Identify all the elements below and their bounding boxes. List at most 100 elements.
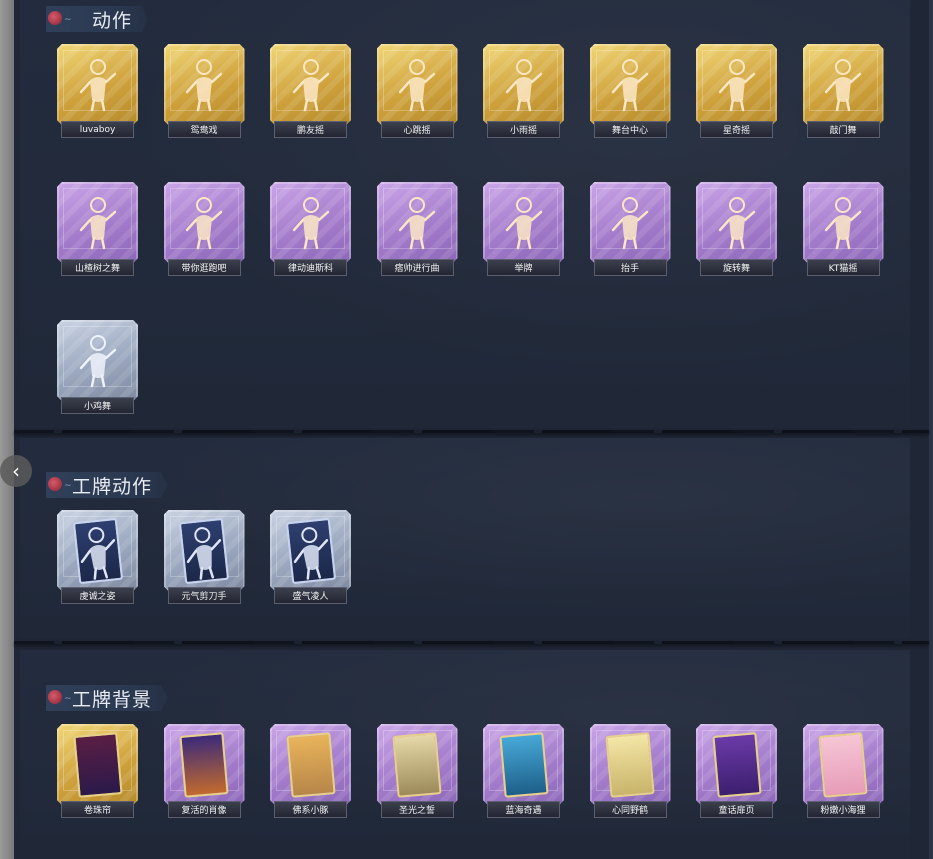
- collection-card[interactable]: 复活的肖像: [163, 724, 245, 818]
- emote-figure-icon: [608, 56, 652, 112]
- collection-card[interactable]: 鸳鸯戏: [163, 44, 245, 138]
- collection-card[interactable]: 心跳摇: [376, 44, 458, 138]
- collection-card[interactable]: 蓝海奇遇: [483, 724, 564, 818]
- card-label: 旋转舞: [722, 264, 750, 274]
- emote-figure-icon: [289, 194, 333, 250]
- emote-figure-icon: [76, 56, 120, 112]
- section-divider: [14, 430, 929, 433]
- collection-card[interactable]: 敲门舞: [802, 44, 884, 138]
- badge-background-thumbnail: [392, 732, 442, 798]
- card-label: 律动迪斯科: [287, 264, 333, 274]
- emote-figure-icon: [182, 56, 226, 112]
- emote-figure-icon: [502, 56, 546, 112]
- back-button[interactable]: ‹: [0, 455, 32, 487]
- card-label-bar: 带你逛跑吧: [167, 259, 241, 276]
- collection-card[interactable]: 鹏友摇: [270, 44, 351, 138]
- card-label-bar: 旋转舞: [700, 259, 773, 276]
- card-label-bar: 举牌: [487, 259, 560, 276]
- card-label-bar: 律动迪斯科: [274, 259, 347, 276]
- card-label: 小雨摇: [509, 126, 537, 136]
- card-label: 带你逛跑吧: [181, 264, 227, 274]
- card-label: 圣光之誓: [398, 806, 435, 816]
- card-label-bar: luvaboy: [61, 121, 134, 138]
- collection-card[interactable]: 带你逛跑吧: [163, 182, 245, 276]
- card-label: luvaboy: [79, 124, 116, 135]
- collection-card[interactable]: 心同野鹤: [589, 724, 671, 818]
- badge-background-thumbnail: [711, 732, 762, 798]
- collection-card[interactable]: 律动迪斯科: [270, 182, 351, 276]
- collection-card[interactable]: 星奇摇: [696, 44, 777, 138]
- collection-card[interactable]: 佛系小豚: [270, 724, 351, 818]
- badge-backgrounds-grid: 卷珠帘 复活的肖像 佛系小豚 圣光之誓 蓝海奇遇 心同野鹤 童话扉页 粉嫩小海狸: [57, 724, 884, 818]
- badge-background-thumbnail: [179, 732, 229, 798]
- card-label: 蓝海奇遇: [505, 806, 542, 816]
- badge-pose-icon: [72, 517, 123, 585]
- collection-card[interactable]: 山楂树之舞: [57, 182, 138, 276]
- badge-background-thumbnail: [818, 732, 868, 798]
- emote-figure-icon: [395, 194, 439, 250]
- collection-card[interactable]: KT猫摇: [802, 182, 884, 276]
- collection-card[interactable]: 痞帅进行曲: [376, 182, 458, 276]
- emote-figure-icon: [821, 56, 865, 112]
- collection-card[interactable]: 小雨摇: [483, 44, 564, 138]
- card-label: 虔诚之姿: [79, 592, 116, 602]
- badge-background-thumbnail: [605, 732, 655, 798]
- card-label: 鸳鸯戏: [190, 126, 218, 136]
- pose-figure-icon: [179, 522, 229, 582]
- swirl-icon: ~: [64, 15, 72, 25]
- card-label: 卷珠帘: [83, 806, 111, 816]
- collection-card[interactable]: luvaboy: [57, 44, 138, 138]
- card-label-bar: 佛系小豚: [274, 801, 347, 818]
- emote-figure-icon: [182, 194, 226, 250]
- card-label: 小鸡舞: [83, 402, 111, 412]
- card-label-bar: 盛气凌人: [274, 587, 347, 604]
- card-label: 佛系小豚: [292, 806, 329, 816]
- emote-figure-icon: [76, 332, 120, 388]
- section-divider: [14, 641, 929, 644]
- badge-background-thumbnail: [498, 732, 549, 798]
- collection-card[interactable]: 举牌: [483, 182, 564, 276]
- collection-card[interactable]: 虔诚之姿: [57, 510, 138, 604]
- emote-figure-icon: [289, 56, 333, 112]
- card-label-bar: 粉嫩小海狸: [806, 801, 880, 818]
- badge-background-thumbnail: [285, 732, 336, 798]
- card-label-bar: 抬手: [593, 259, 667, 276]
- emote-figure-icon: [715, 194, 759, 250]
- section-title: 工牌背景: [72, 688, 153, 711]
- card-label-bar: 圣光之誓: [380, 801, 454, 818]
- card-label-bar: 痞帅进行曲: [380, 259, 454, 276]
- card-label: 元气剪刀手: [181, 592, 227, 602]
- collection-card[interactable]: 童话扉页: [696, 724, 777, 818]
- collection-card[interactable]: 粉嫩小海狸: [802, 724, 884, 818]
- card-label: 痞帅进行曲: [394, 264, 440, 274]
- collection-card[interactable]: 小鸡舞: [57, 320, 138, 414]
- section-title: 工牌动作: [72, 475, 153, 498]
- collection-card[interactable]: 抬手: [589, 182, 671, 276]
- card-label: 心同野鹤: [611, 806, 648, 816]
- card-label: 星奇摇: [722, 126, 750, 136]
- card-label-bar: 童话扉页: [700, 801, 773, 818]
- badge-pose-icon: [285, 517, 336, 585]
- card-label: 粉嫩小海狸: [820, 806, 866, 816]
- card-label: 鹏友摇: [296, 126, 324, 136]
- pose-figure-icon: [286, 522, 336, 582]
- collection-card[interactable]: 旋转舞: [696, 182, 777, 276]
- card-label-bar: 鸳鸯戏: [167, 121, 241, 138]
- emote-figure-icon: [76, 194, 120, 250]
- collection-card[interactable]: 盛气凌人: [270, 510, 351, 604]
- collection-card[interactable]: 舞台中心: [589, 44, 671, 138]
- card-label: 心跳摇: [403, 126, 431, 136]
- card-label-bar: 小鸡舞: [61, 397, 134, 414]
- card-label-bar: 蓝海奇遇: [487, 801, 560, 818]
- badge-actions-grid: 虔诚之姿 元气剪刀手 盛气凌人: [57, 510, 884, 604]
- badge-pose-icon: [178, 517, 230, 585]
- card-label-bar: 心同野鹤: [593, 801, 667, 818]
- collection-card[interactable]: 卷珠帘: [57, 724, 138, 818]
- left-rail: [0, 0, 14, 859]
- section-title: 动作: [92, 9, 133, 32]
- collection-card[interactable]: 圣光之誓: [376, 724, 458, 818]
- collection-card[interactable]: 元气剪刀手: [163, 510, 245, 604]
- card-label-bar: 敲门舞: [806, 121, 880, 138]
- emote-figure-icon: [502, 194, 546, 250]
- card-label-bar: KT猫摇: [806, 259, 880, 276]
